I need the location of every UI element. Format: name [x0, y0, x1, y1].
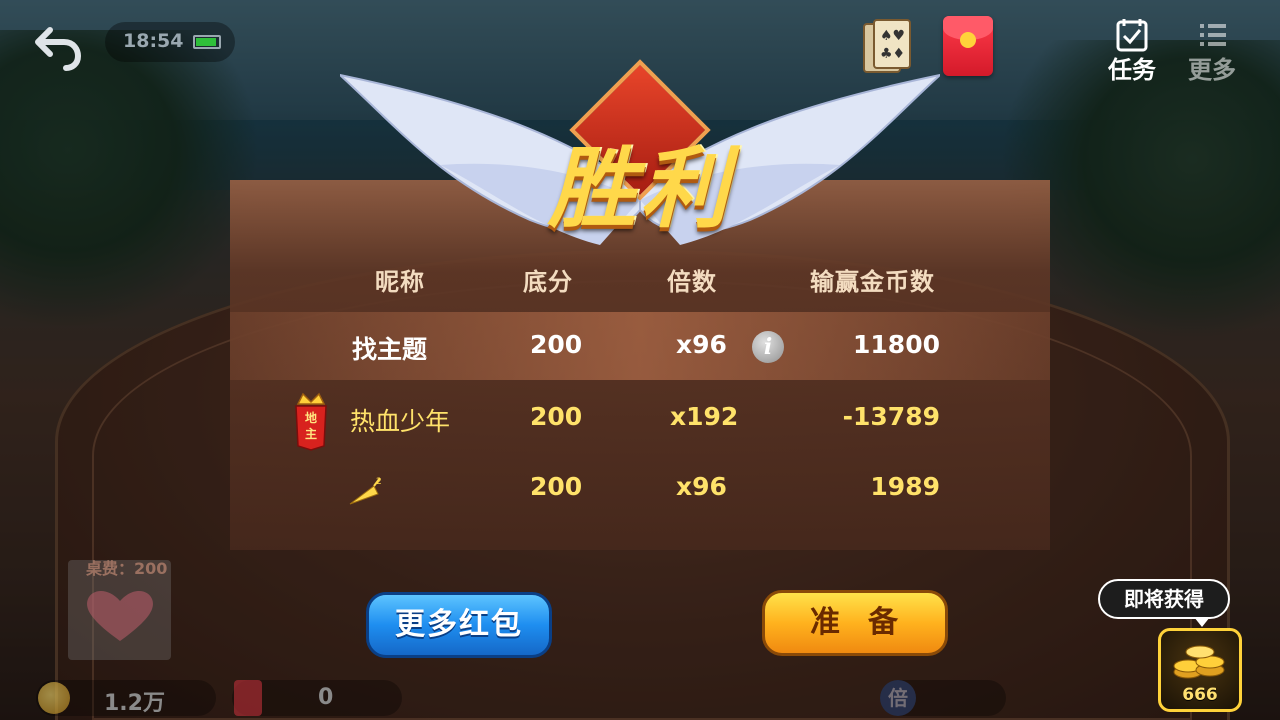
player-name: 找主题: [352, 335, 428, 364]
multiplier-icon: 倍: [880, 680, 916, 716]
more-button[interactable]: 更多: [1180, 18, 1244, 84]
more-label: 更多: [1188, 56, 1236, 84]
status-clock: 18:54: [105, 22, 235, 62]
flag-pennant-icon: 2: [349, 477, 382, 505]
reward-amount: 666: [1182, 685, 1218, 705]
back-button[interactable]: [30, 20, 86, 76]
ready-button[interactable]: 准备: [762, 590, 948, 656]
landlord-crown-icon: 地 主: [295, 392, 327, 451]
multiplier: x96: [676, 330, 727, 359]
multiplier: x96: [676, 472, 727, 501]
svg-text:♠♥: ♠♥: [880, 28, 905, 44]
victory-title: 胜利: [547, 137, 732, 240]
header-coins: 输赢金币数: [810, 268, 935, 296]
battery-icon: [193, 35, 221, 49]
coins-change: 1989: [870, 472, 940, 501]
svg-text:2: 2: [376, 477, 382, 487]
result-row: 找主题 200 x96 11800: [230, 312, 1050, 380]
landlord-badge-char2: 主: [305, 426, 317, 441]
header-base-score: 底分: [523, 268, 573, 296]
cards-icon: ♠♥ ♣♦: [863, 19, 911, 73]
base-score: 200: [530, 330, 583, 359]
svg-text:♣♦: ♣♦: [880, 46, 905, 62]
landlord-badge-char1: 地: [305, 410, 317, 425]
coin-icon: [38, 682, 70, 714]
task-button[interactable]: 任务: [1100, 18, 1164, 84]
heart-icon: [87, 591, 153, 641]
more-red-packets-button[interactable]: 更多红包: [366, 592, 552, 658]
header-multiplier: 倍数: [667, 268, 717, 296]
calendar-check-icon: [1116, 19, 1148, 52]
small-red-packet-icon: [234, 680, 262, 716]
info-icon[interactable]: i: [752, 331, 784, 363]
gold-coins-icon: [1173, 645, 1225, 679]
menu-list-icon: [1200, 24, 1226, 46]
header-nickname: 昵称: [375, 268, 425, 296]
coins-change: -13789: [842, 402, 940, 431]
coins-balance: 1.2万: [104, 691, 165, 716]
back-arrow-icon: [35, 27, 82, 71]
coins-change: 11800: [853, 330, 940, 359]
redpacket-balance: 0: [318, 685, 334, 710]
table-fee-text: 桌费：200: [86, 559, 168, 578]
result-row: 热血少年 200 x192 -13789: [230, 384, 1050, 452]
player-name: 热血少年: [350, 407, 451, 436]
upcoming-reward-tooltip: 即将获得: [1098, 579, 1230, 627]
card-tracker-button[interactable]: ♠♥ ♣♦: [860, 18, 916, 76]
task-label: 任务: [1108, 56, 1156, 84]
clock-time: 18:54: [123, 30, 184, 52]
base-score: 200: [530, 402, 583, 431]
multiplier: x192: [670, 402, 739, 431]
base-score: 200: [530, 472, 583, 501]
red-packet-button[interactable]: [943, 16, 993, 76]
result-table-header: 昵称 底分 倍数 输赢金币数: [230, 262, 1050, 296]
